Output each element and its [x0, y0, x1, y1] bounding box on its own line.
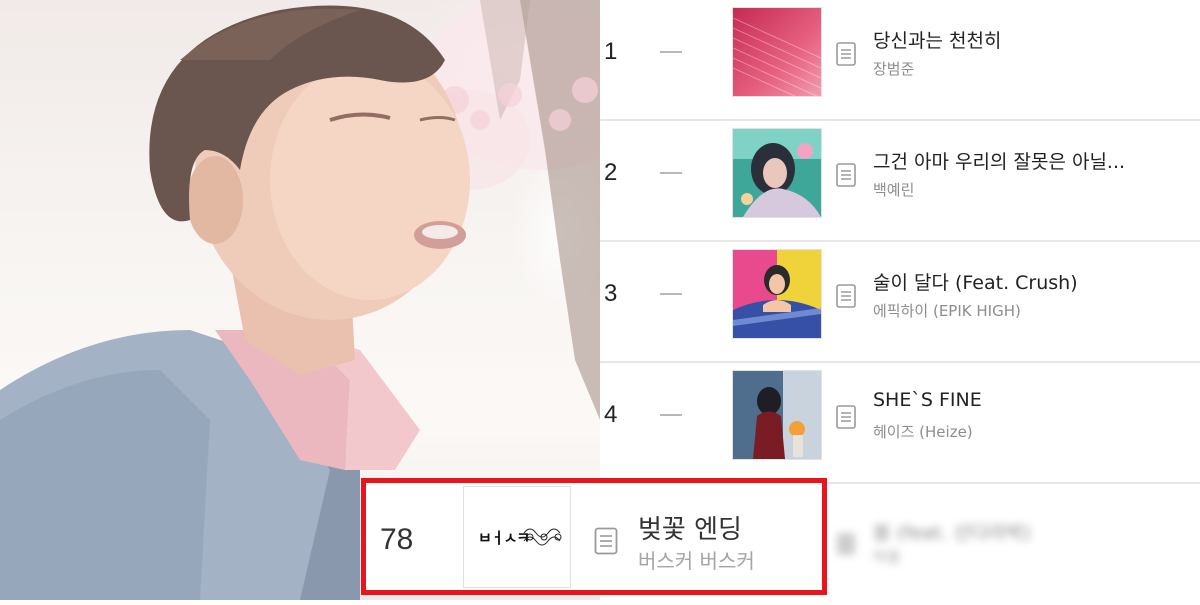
album-cover[interactable]: ㅂㅓㅅㅋ	[463, 486, 571, 588]
lyrics-document-icon[interactable]	[836, 532, 856, 556]
artist-name[interactable]: 에픽하이 (EPIK HIGH)	[873, 300, 1193, 321]
artist-name[interactable]: 박봄	[873, 546, 1193, 567]
artist-name[interactable]: 버스커 버스커	[638, 545, 755, 574]
no-change-dash-icon	[660, 293, 682, 295]
artist-name[interactable]: 백예린	[873, 179, 1193, 200]
song-title[interactable]: 그건 아마 우리의 잘못은 아닐...	[873, 147, 1193, 174]
lyrics-document-icon[interactable]	[836, 405, 856, 429]
rank-number: 78	[380, 523, 414, 556]
svg-text:ㅂㅓㅅㅋ: ㅂㅓㅅㅋ	[478, 529, 529, 547]
chart-row[interactable]: 2 그건 아마 우리의 잘못은 아닐... 백예린	[600, 121, 1200, 242]
lyrics-document-icon[interactable]	[836, 42, 856, 66]
album-cover[interactable]	[733, 371, 821, 459]
song-title[interactable]: 벚꽃 엔딩	[638, 509, 742, 546]
no-change-dash-icon	[660, 51, 682, 53]
lyrics-document-icon[interactable]	[836, 163, 856, 187]
lyrics-document-icon[interactable]	[836, 284, 856, 308]
no-change-dash-icon	[660, 414, 682, 416]
chart-row[interactable]: 4 SHE`S FINE 헤이즈 (Heize)	[600, 363, 1200, 484]
rank-number: 3	[604, 280, 618, 307]
busker-busker-logo: ㅂㅓㅅㅋ	[478, 528, 562, 547]
lyrics-document-icon[interactable]	[594, 527, 618, 555]
album-cover[interactable]	[733, 8, 821, 96]
song-title[interactable]: 당신과는 천천히	[873, 26, 1193, 53]
artist-name[interactable]: 장범준	[873, 58, 1193, 79]
chart-row[interactable]: 1 당신과는 천천히 장범준	[600, 0, 1200, 121]
no-change-dash-icon	[660, 172, 682, 174]
highlighted-chart-row[interactable]: 78 ㅂㅓㅅㅋ 벚꽃 엔딩 버스커 버스커	[361, 478, 827, 595]
rank-number: 1	[604, 38, 618, 65]
rank-number: 2	[604, 159, 618, 186]
album-cover[interactable]	[733, 129, 821, 217]
song-title[interactable]: SHE`S FINE	[873, 389, 1193, 411]
song-title[interactable]: 봄 (feat. 산다라박)	[873, 518, 1193, 545]
rank-number: 4	[604, 401, 618, 428]
song-title[interactable]: 술이 달다 (Feat. Crush)	[873, 268, 1193, 295]
artist-name[interactable]: 헤이즈 (Heize)	[873, 421, 1193, 442]
album-cover[interactable]	[733, 250, 821, 338]
chart-row[interactable]: 3 술이 달다 (Feat. Crush) 에픽하이 (EPIK HIGH)	[600, 242, 1200, 363]
